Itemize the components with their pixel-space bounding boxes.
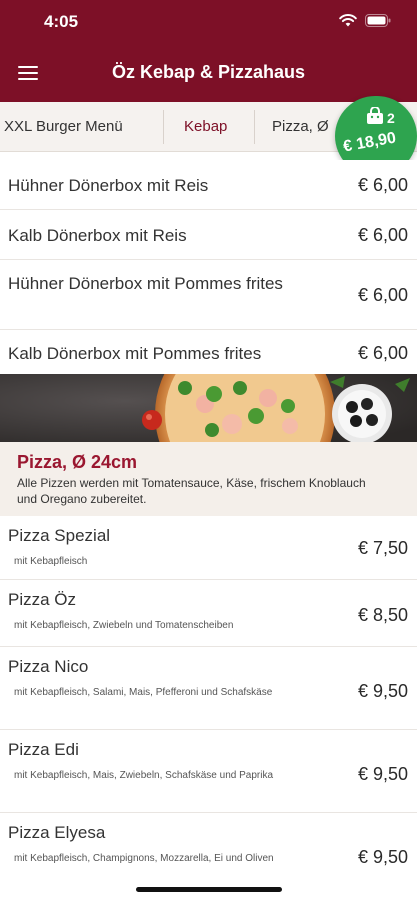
menu-item-price: € 6,00 (357, 225, 408, 245)
cart-total: € 18,90 (341, 129, 398, 156)
menu-item-price: € 6,00 (357, 285, 408, 305)
menu-item[interactable]: Pizza Nico mit Kebapfleisch, Salami, Mai… (0, 647, 417, 730)
section-title: Pizza, Ø 24cm (17, 452, 138, 472)
tab-divider (163, 110, 164, 144)
menu-item-description: mit Kebapfleisch, Zwiebeln und Tomatensc… (14, 620, 234, 631)
menu-item-description: mit Kebapfleisch (14, 556, 88, 567)
menu-item-name: Pizza Öz (8, 590, 77, 609)
tab-kebap[interactable]: Kebap (184, 102, 227, 152)
menu-item-name: Pizza Elyesa (8, 823, 106, 842)
menu-item-price: € 9,50 (357, 764, 408, 784)
menu-item[interactable]: Pizza Edi mit Kebapfleisch, Mais, Zwiebe… (0, 730, 417, 813)
menu-item-name: Kalb Dönerbox mit Pommes frites (8, 344, 262, 363)
shopping-bag-icon (365, 106, 385, 130)
tab-pizza[interactable]: Pizza, Ø (272, 102, 329, 152)
app-header: 4:05 Öz Kebap & Pizzahaus (0, 0, 417, 102)
menu-item-description: mit Kebapfleisch, Salami, Mais, Pfeffero… (14, 687, 273, 698)
tab-divider (254, 110, 255, 144)
tab-xxl-burger-menu[interactable]: XXL Burger Menü (4, 102, 123, 152)
menu-item-price: € 6,00 (357, 175, 408, 195)
menu-item[interactable]: Pizza Spezial mit Kebapfleisch € 7,50 (0, 516, 417, 580)
app-title: Öz Kebap & Pizzahaus (111, 62, 306, 82)
menu-item[interactable]: Kalb Dönerbox mit Reis € 6,00 (0, 210, 417, 260)
menu-item-name: Kalb Dönerbox mit Reis (8, 226, 187, 245)
menu-item-price: € 9,50 (357, 681, 408, 701)
battery-icon (365, 14, 391, 27)
menu-item-description: mit Kebapfleisch, Mais, Zwiebeln, Schafs… (14, 770, 274, 781)
menu-item-description: mit Kebapfleisch, Champignons, Mozzarell… (14, 853, 274, 864)
menu-item-name: Hühner Dönerbox mit Reis (8, 176, 209, 195)
menu-item-name: Pizza Edi (8, 740, 79, 759)
menu-item-name: Pizza Spezial (8, 526, 111, 545)
menu-item[interactable]: Kalb Dönerbox mit Pommes frites € 6,00 (0, 330, 417, 374)
home-indicator[interactable] (136, 887, 282, 892)
menu-item-price: € 8,50 (357, 605, 408, 625)
status-icons (339, 14, 391, 27)
section-description: Alle Pizzen werden mit Tomatensauce, Käs… (17, 476, 366, 506)
menu-item[interactable]: Hühner Dönerbox mit Pommes frites € 6,00 (0, 260, 417, 330)
menu-item-price: € 7,50 (357, 538, 408, 558)
pizza-banner-image (0, 374, 417, 442)
menu-item-price: € 6,00 (357, 343, 408, 363)
menu-item-price: € 9,50 (357, 847, 408, 867)
wifi-icon (339, 14, 357, 27)
status-time: 4:05 (44, 12, 79, 31)
menu-item[interactable]: Pizza Öz mit Kebapfleisch, Zwiebeln und … (0, 580, 417, 647)
menu-item-name: Hühner Dönerbox mit Pommes frites (8, 274, 283, 293)
cart-count: 2 (387, 110, 395, 126)
menu-item[interactable]: Hühner Dönerbox mit Reis € 6,00 (0, 160, 417, 210)
menu-item-name: Pizza Nico (8, 657, 89, 676)
pizza-section-header: Pizza, Ø 24cm Alle Pizzen werden mit Tom… (0, 442, 417, 516)
